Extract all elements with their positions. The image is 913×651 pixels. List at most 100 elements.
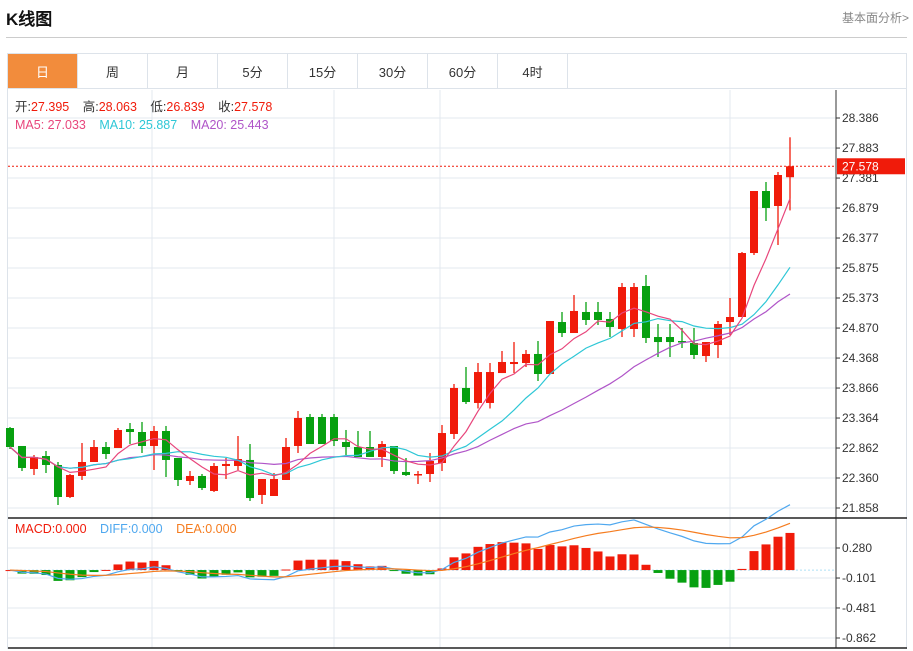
macd-bar [641,564,651,571]
price-tick-label: 24.870 [842,321,879,335]
price-tick-label: 25.373 [842,291,879,305]
macd-info: MACD:0.000 DIFF:0.000 DEA:0.000 [15,522,237,536]
macd-bar [737,568,747,571]
candle-down [306,417,314,445]
price-tick-label: 23.866 [842,381,879,395]
candle-up [510,361,518,365]
ohlc-info: 开:27.395 高:28.063 低:26.839 收:27.578 MA5:… [15,98,282,134]
candle-down [330,417,338,442]
candle-up [30,456,38,469]
macd-bar [761,544,771,571]
candle-down [126,429,134,433]
ma10-legend: MA10: 25.887 [99,118,178,132]
dea-legend: DEA:0.000 [176,522,237,536]
candle-up [222,463,230,467]
candle-up [90,447,98,462]
macd-bar [281,569,291,571]
candle-up [426,460,434,475]
macd-bar [101,569,111,571]
diff-legend: DIFF:0.000 [100,522,163,536]
candle-up [570,310,578,334]
candle-up [114,429,122,449]
candle-down [402,471,410,476]
macd-bar [545,545,555,571]
candle-up [474,372,482,403]
macd-bar [293,560,303,571]
macd-bar [233,570,243,573]
candle-up [738,253,746,318]
macd-bar [389,570,399,572]
macd-bar [689,570,699,588]
macd-bar [725,570,735,582]
low-label: 低: [150,100,167,114]
macd-bar [617,554,627,571]
price-tick-label: 22.862 [842,441,879,455]
macd-legend: MACD:0.000 [15,522,87,536]
macd-bar [785,532,795,571]
price-tick-label: 26.377 [842,231,879,245]
candle-up [618,287,626,330]
candle-up [750,191,758,254]
candle-up [786,166,794,178]
ma20-legend: MA20: 25.443 [190,118,269,132]
close-label: 收: [218,100,235,114]
macd-bar [749,551,759,571]
ma20-line [9,293,791,469]
low-value: 26.839 [166,100,205,114]
macd-bar [773,536,783,571]
macd-bar [557,546,567,571]
candle-down [342,441,350,448]
macd-bar [149,560,159,571]
open-value: 27.395 [30,100,70,114]
macd-tick-label: -0.862 [842,631,876,645]
candle-up [498,361,506,374]
candle-down [462,387,470,403]
ma5-legend: MA5: 27.033 [15,118,86,132]
candle-down [666,337,674,343]
macd-bar [521,543,531,571]
price-tick-label: 25.875 [842,261,879,275]
macd-bar [53,570,63,581]
macd-bar [701,570,711,588]
price-tick-label: 22.360 [842,471,879,485]
candle-down [102,447,110,454]
price-tick-label: 28.386 [842,111,879,125]
candle-down [594,311,602,320]
macd-tick-label: 0.280 [842,541,872,555]
price-tick-label: 24.368 [842,351,879,365]
candle-down [654,337,662,343]
macd-bar [677,570,687,583]
macd-bar [269,570,279,576]
macd-bar [245,570,255,578]
last-price-label: 27.578 [842,159,879,173]
candle-up [66,475,74,498]
candle-down [390,445,398,472]
macd-bar [665,570,675,579]
candle-up [450,387,458,434]
macd-bar [77,570,87,578]
macd-bar [113,564,123,571]
candle-down [558,322,566,334]
candle-up [258,479,266,495]
macd-bar [569,545,579,571]
price-tick-label: 21.858 [842,501,879,515]
candle-up [78,461,86,476]
close-value: 27.578 [234,100,273,114]
candle-down [318,417,326,445]
candle-down [198,475,206,488]
candle-down [6,428,14,448]
candle-down [582,311,590,320]
candle-down [174,457,182,480]
candle-down [54,464,62,498]
price-tick-label: 23.364 [842,411,879,425]
macd-bar [509,542,519,571]
candle-down [762,191,770,208]
macd-bar [653,570,663,573]
macd-bar [329,559,339,571]
candle-down [138,432,146,446]
macd-bar [89,570,99,573]
macd-bar [605,556,615,571]
candle-down [534,353,542,374]
price-tick-label: 26.879 [842,201,879,215]
macd-tick-label: -0.481 [842,601,876,615]
